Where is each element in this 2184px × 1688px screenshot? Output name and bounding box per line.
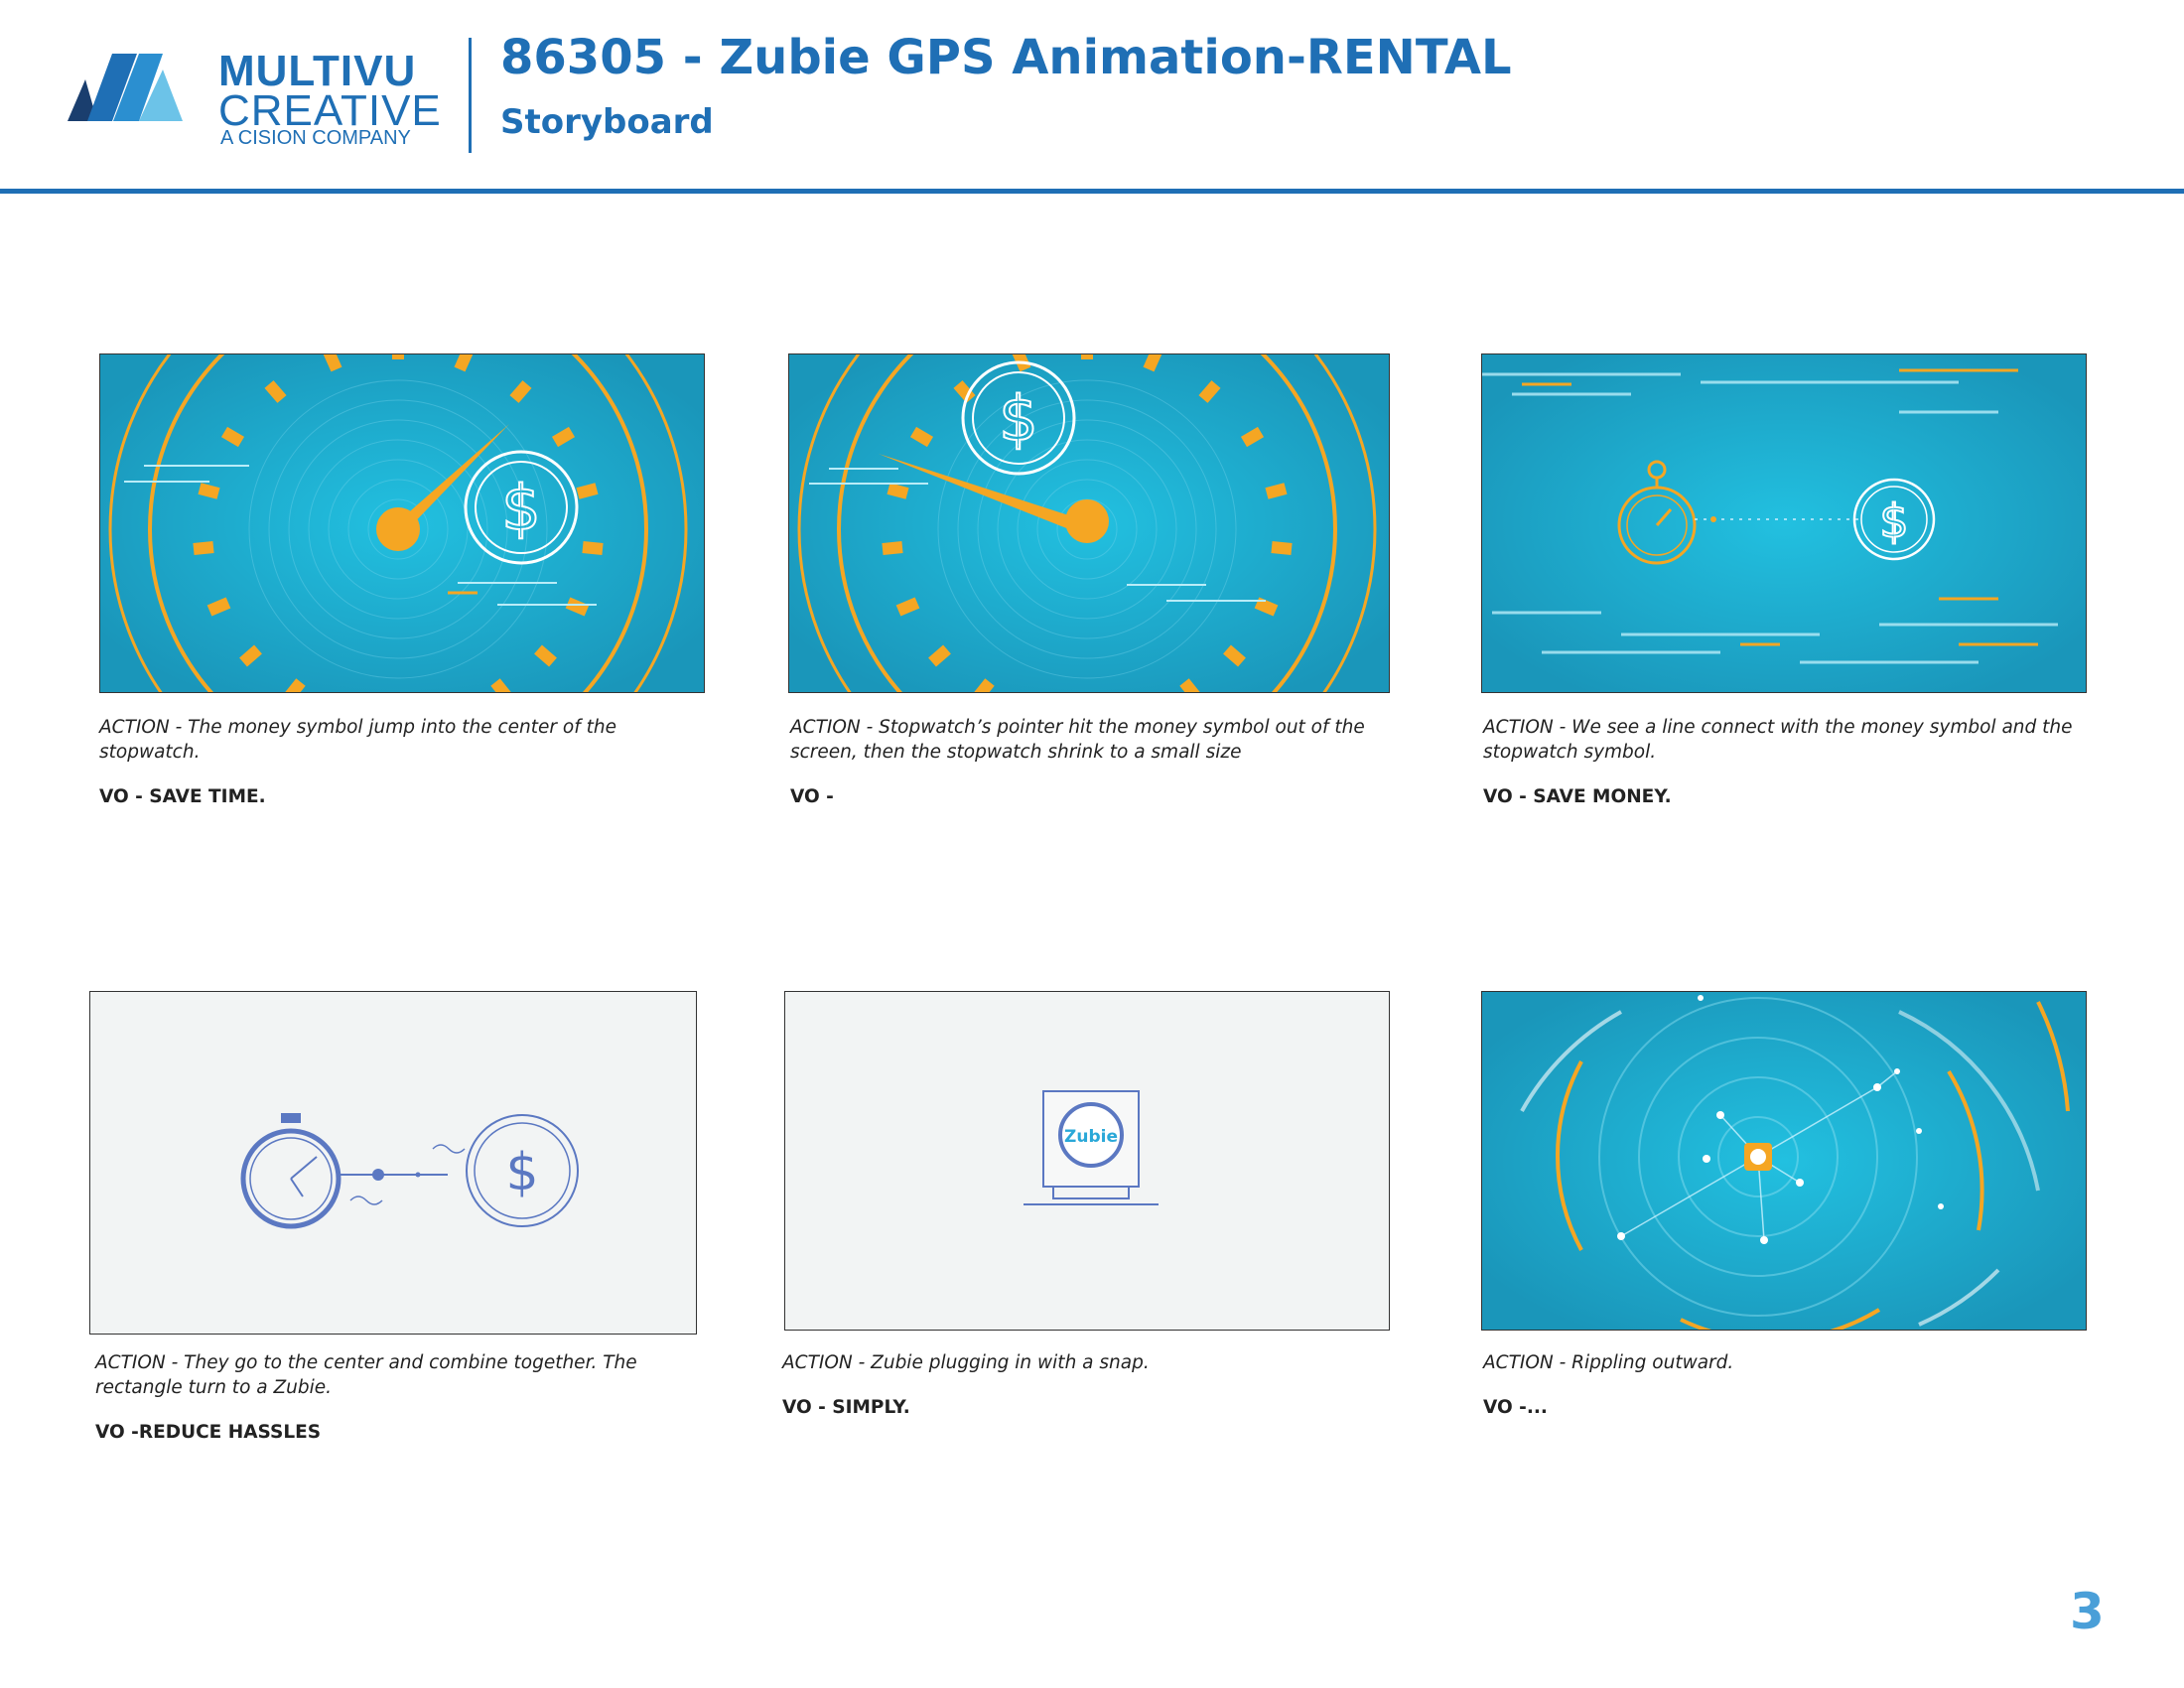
frame-3-action: ACTION - We see a line connect with the … [1483, 717, 2073, 763]
storyboard-frame-3: $ [1481, 353, 2087, 693]
dollar-glyph: $ [999, 382, 1037, 455]
frame-4-caption: ACTION - They go to the center and combi… [95, 1350, 701, 1443]
page-subtitle: Storyboard [500, 102, 714, 142]
frame-4-vo: VO -REDUCE HASSLES [95, 1422, 322, 1443]
storyboard-frame-1: $ [99, 353, 705, 693]
stopwatch-dial-icon: $ [789, 354, 1389, 692]
frame-4-action: ACTION - They go to the center and combi… [95, 1352, 637, 1398]
storyboard-frame-5: Zubie [784, 991, 1390, 1331]
frame-3-caption: ACTION - We see a line connect with the … [1483, 715, 2099, 807]
storyboard-frame-6 [1481, 991, 2087, 1331]
frame-1-caption: ACTION - The money symbol jump into the … [99, 715, 705, 807]
frame-5-caption: ACTION - Zubie plugging in with a snap. … [782, 1350, 1388, 1418]
zubie-label: Zubie [1064, 1127, 1118, 1147]
dollar-glyph: $ [505, 1143, 538, 1202]
frame-6-caption: ACTION - Rippling outward. VO -... [1483, 1350, 2089, 1418]
storyboard-frame-4: $ [89, 991, 697, 1335]
stopwatch-money-link-icon: $ [1482, 354, 2086, 692]
page-title: 86305 - Zubie GPS Animation-RENTAL [500, 30, 1512, 85]
frame-5-vo: VO - SIMPLY. [782, 1397, 910, 1418]
zubie-device-icon: Zubie [785, 992, 1389, 1330]
frame-2-vo: VO - [790, 786, 834, 807]
page-number: 3 [2070, 1583, 2105, 1640]
dollar-glyph: $ [501, 472, 540, 544]
frame-6-action: ACTION - Rippling outward. [1483, 1352, 1734, 1373]
frame-2-action: ACTION - Stopwatch’s pointer hit the mon… [790, 717, 1365, 763]
page-header: MULTIVU CREATIVE A CISION COMPANY 86305 … [0, 0, 2184, 194]
frame-1-vo: VO - SAVE TIME. [99, 786, 266, 807]
ripple-network-icon [1482, 992, 2086, 1330]
frame-5-action: ACTION - Zubie plugging in with a snap. [782, 1352, 1150, 1373]
logo-text-cision: A CISION COMPANY [220, 127, 411, 149]
frame-6-vo: VO -... [1483, 1397, 1548, 1418]
stopwatch-money-combine-icon: $ [90, 992, 696, 1334]
storyboard-frame-2: $ [788, 353, 1390, 693]
logo-mark-icon [68, 54, 183, 121]
frame-1-action: ACTION - The money symbol jump into the … [99, 717, 616, 763]
dollar-glyph: $ [1879, 494, 1908, 548]
header-divider [469, 38, 472, 153]
header-rule [0, 189, 2184, 194]
stopwatch-dial-icon: $ [100, 354, 704, 692]
frame-3-vo: VO - SAVE MONEY. [1483, 786, 1672, 807]
frame-2-caption: ACTION - Stopwatch’s pointer hit the mon… [790, 715, 1396, 807]
multivu-logo: MULTIVU CREATIVE A CISION COMPANY [68, 48, 445, 149]
